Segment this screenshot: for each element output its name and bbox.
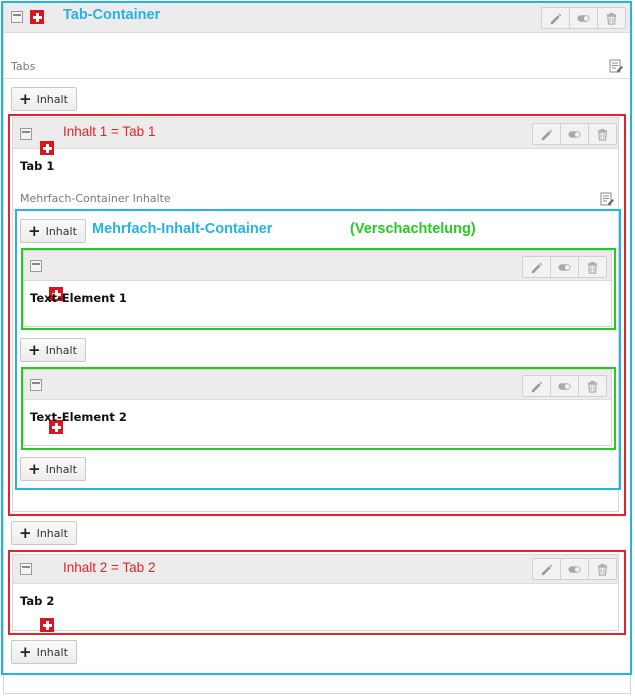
add-content-button[interactable]: + Inhalt <box>11 521 77 545</box>
add-content-label: Inhalt <box>36 526 68 540</box>
plus-icon: + <box>19 642 32 661</box>
text-element-frame <box>21 248 616 330</box>
add-content-label: Inhalt <box>45 343 77 357</box>
inhalt2-frame <box>8 550 626 635</box>
plus-icon: + <box>19 89 32 108</box>
add-content-label: Inhalt <box>45 462 77 476</box>
divider <box>4 78 630 79</box>
plus-icon: + <box>28 459 41 478</box>
add-content-button[interactable]: + Inhalt <box>20 338 86 362</box>
add-content-label: Inhalt <box>45 224 77 238</box>
add-content-button[interactable]: + Inhalt <box>11 640 77 664</box>
plus-icon: + <box>28 340 41 359</box>
add-content-button[interactable]: + Inhalt <box>20 219 86 243</box>
nesting-annotation: (Verschachtelung) <box>350 221 476 237</box>
add-content-label: Inhalt <box>36 645 68 659</box>
plus-icon: + <box>19 523 32 542</box>
text-element-frame <box>21 367 616 450</box>
multi-container-label: Mehrfach-Inhalt-Container <box>92 221 273 237</box>
plus-icon: + <box>28 221 41 240</box>
add-content-button[interactable]: + Inhalt <box>20 457 86 481</box>
tabs-heading: Tabs <box>11 60 36 73</box>
add-content-button[interactable]: + Inhalt <box>11 87 77 111</box>
edit-column-icon[interactable] <box>609 59 623 73</box>
add-content-label: Inhalt <box>36 92 68 106</box>
